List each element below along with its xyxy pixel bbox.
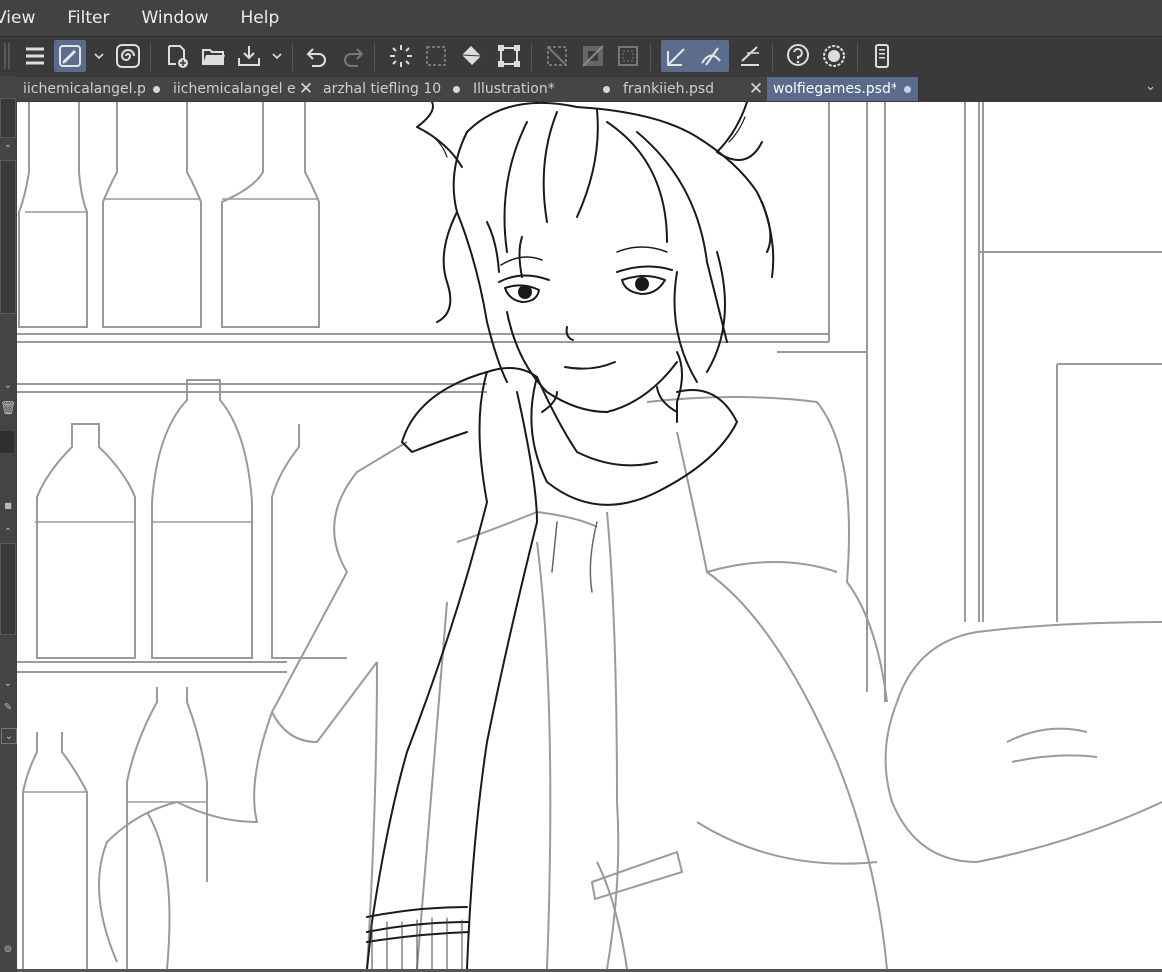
tab-illustration[interactable]: Illustration*	[467, 77, 618, 101]
navigator-icon[interactable]: ⊚	[1, 942, 15, 956]
tab-label: iichemicalangel.p	[23, 81, 145, 97]
deselect-icon[interactable]	[420, 40, 452, 72]
menu-view[interactable]: View	[0, 0, 51, 36]
undo-icon[interactable]	[301, 40, 333, 72]
panel-scroll-area[interactable]	[0, 160, 16, 314]
menu-help[interactable]: Help	[224, 0, 295, 36]
spiral-icon[interactable]	[112, 40, 144, 72]
drawing-canvas[interactable]	[17, 102, 1162, 969]
panel-divider	[0, 431, 14, 453]
menu-window[interactable]: Window	[125, 0, 224, 36]
scroll-down-icon[interactable]: ⌄	[1, 676, 15, 690]
tab-label: arzhal tiefling 10	[323, 81, 442, 97]
trash-icon[interactable]: 🗑	[0, 401, 16, 416]
toolbar-grip-icon[interactable]	[2, 41, 12, 71]
transform-icon[interactable]	[493, 40, 525, 72]
scroll-up-icon[interactable]: ⌃	[1, 525, 15, 539]
tab-iichemicalangel-1[interactable]: iichemicalangel.p	[17, 77, 168, 101]
command-bar	[0, 36, 1162, 77]
fill-icon[interactable]	[456, 40, 488, 72]
scroll-down-icon[interactable]: ⌄	[1, 378, 15, 392]
new-canvas-icon[interactable]	[161, 40, 193, 72]
tab-label: frankiieh.psd	[623, 81, 715, 97]
help-icon[interactable]	[782, 40, 814, 72]
menu-icon[interactable]	[19, 40, 51, 72]
export-icon[interactable]	[233, 40, 265, 72]
unsaved-dot-icon	[595, 85, 617, 93]
tab-iichemicalangel-2[interactable]: iichemicalangel e ✕	[167, 77, 318, 101]
lineart-artwork	[17, 102, 1162, 969]
menu-bar: View Filter Window Help	[0, 0, 1162, 36]
chevron-down-icon[interactable]: ⌄	[1145, 79, 1156, 94]
left-panel-strip: ⌃ ⌄ 🗑 ■ ⌃ ⌄ ✎ ⌄ ⊚	[0, 76, 17, 972]
brush-settings-icon[interactable]	[54, 40, 86, 72]
square-icon[interactable]: ■	[1, 498, 15, 512]
close-icon[interactable]: ✕	[295, 79, 317, 99]
redo-icon[interactable]	[337, 40, 369, 72]
snap-special-ruler-icon[interactable]	[698, 43, 724, 69]
unsaved-dot-icon	[145, 85, 167, 93]
settings-icon[interactable]	[818, 40, 850, 72]
snap-grid-icon[interactable]	[734, 40, 766, 72]
dropdown-icon[interactable]	[270, 40, 284, 72]
panel-widget[interactable]	[0, 98, 16, 138]
pen-icon[interactable]: ✎	[1, 700, 15, 714]
menu-filter[interactable]: Filter	[51, 0, 125, 36]
open-folder-icon[interactable]	[198, 40, 230, 72]
tab-arzhal-tiefling[interactable]: arzhal tiefling 10	[317, 77, 468, 101]
unsaved-dot-icon	[896, 85, 918, 93]
select-all-icon[interactable]	[385, 40, 417, 72]
tab-label: Illustration*	[473, 81, 555, 97]
document-tab-bar: iichemicalangel.p iichemicalangel e ✕ ar…	[17, 76, 1162, 102]
close-icon[interactable]: ✕	[745, 79, 767, 99]
snap-ruler-group	[661, 40, 729, 72]
chevron-down-icon[interactable]: ⌄	[1, 728, 17, 744]
panel-scroll-area[interactable]	[0, 543, 16, 635]
clear-outside-icon[interactable]	[577, 40, 609, 72]
dropdown-icon[interactable]	[92, 40, 106, 72]
tab-label: wolfiegames.psd*	[773, 81, 896, 97]
tab-frankiieh[interactable]: frankiieh.psd ✕	[617, 77, 768, 101]
tab-label: iichemicalangel e	[173, 81, 295, 97]
scroll-up-icon[interactable]: ⌃	[1, 142, 15, 156]
tab-wolfiegames[interactable]: wolfiegames.psd*	[767, 77, 919, 101]
snap-ruler-icon[interactable]	[664, 43, 690, 69]
device-icon[interactable]	[866, 40, 898, 72]
clear-icon[interactable]	[541, 40, 573, 72]
select-icon[interactable]	[612, 40, 644, 72]
unsaved-dot-icon	[445, 85, 467, 93]
